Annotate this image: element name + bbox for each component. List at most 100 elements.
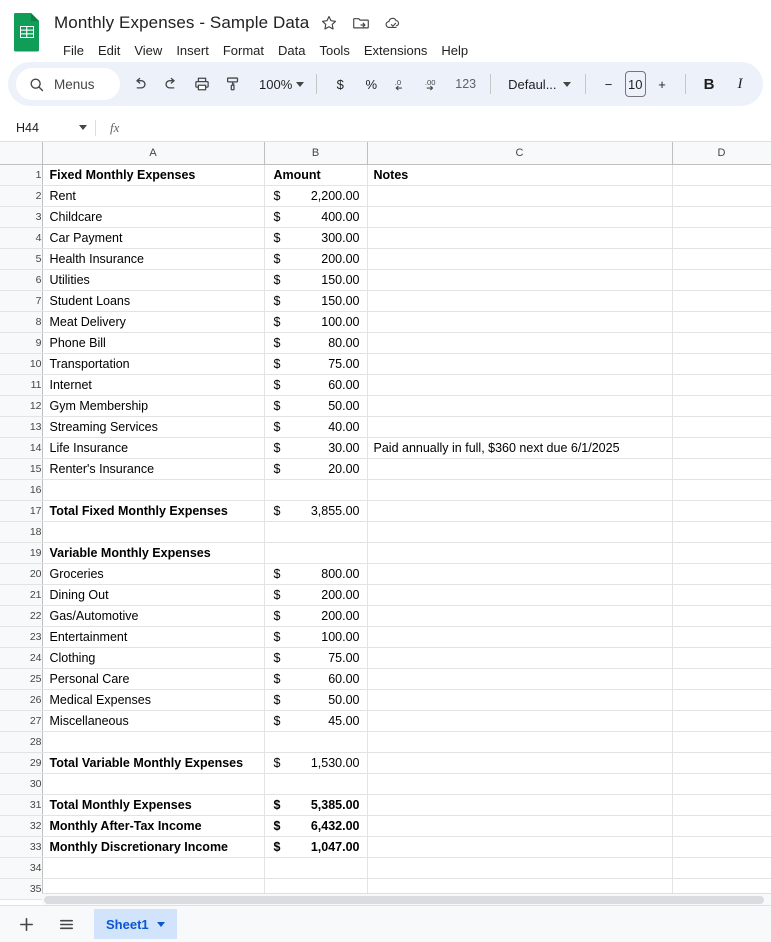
row-header[interactable]: 13 xyxy=(0,416,43,438)
cell-d14[interactable] xyxy=(672,437,771,459)
cell-d6[interactable] xyxy=(672,269,771,291)
cell-d7[interactable] xyxy=(672,290,771,312)
cell-d31[interactable] xyxy=(672,794,771,816)
cell-a30[interactable] xyxy=(42,773,265,795)
formula-input[interactable] xyxy=(129,114,771,141)
cell-c13[interactable] xyxy=(367,416,673,438)
cell-b1[interactable]: Amount xyxy=(264,164,368,186)
row-header[interactable]: 1 xyxy=(0,164,43,186)
cell-b31[interactable]: $5,385.00 xyxy=(264,794,368,816)
cell-c14[interactable]: Paid annually in full, $360 next due 6/1… xyxy=(367,437,673,459)
cell-d26[interactable] xyxy=(672,689,771,711)
cell-a33[interactable]: Monthly Discretionary Income xyxy=(42,836,265,858)
cell-a19[interactable]: Variable Monthly Expenses xyxy=(42,542,265,564)
menu-item-edit[interactable]: Edit xyxy=(91,41,127,60)
cell-c11[interactable] xyxy=(367,374,673,396)
cell-a24[interactable]: Clothing xyxy=(42,647,265,669)
cell-c7[interactable] xyxy=(367,290,673,312)
cell-d27[interactable] xyxy=(672,710,771,732)
row-header[interactable]: 18 xyxy=(0,521,43,543)
cell-d8[interactable] xyxy=(672,311,771,333)
horizontal-scrollbar-thumb[interactable] xyxy=(44,896,764,904)
cell-c28[interactable] xyxy=(367,731,673,753)
cell-a22[interactable]: Gas/Automotive xyxy=(42,605,265,627)
cell-c1[interactable]: Notes xyxy=(367,164,673,186)
cell-c6[interactable] xyxy=(367,269,673,291)
cell-b19[interactable] xyxy=(264,542,368,564)
cell-a11[interactable]: Internet xyxy=(42,374,265,396)
cell-a12[interactable]: Gym Membership xyxy=(42,395,265,417)
cell-a6[interactable]: Utilities xyxy=(42,269,265,291)
cell-a8[interactable]: Meat Delivery xyxy=(42,311,265,333)
cell-b30[interactable] xyxy=(264,773,368,795)
cell-c8[interactable] xyxy=(367,311,673,333)
cell-d21[interactable] xyxy=(672,584,771,606)
cell-d13[interactable] xyxy=(672,416,771,438)
cell-a20[interactable]: Groceries xyxy=(42,563,265,585)
cell-d9[interactable] xyxy=(672,332,771,354)
cell-d28[interactable] xyxy=(672,731,771,753)
row-header[interactable]: 3 xyxy=(0,206,43,228)
row-header[interactable]: 9 xyxy=(0,332,43,354)
cell-a27[interactable]: Miscellaneous xyxy=(42,710,265,732)
menu-item-format[interactable]: Format xyxy=(216,41,271,60)
row-header[interactable]: 28 xyxy=(0,731,43,753)
cell-d30[interactable] xyxy=(672,773,771,795)
italic-button[interactable]: I xyxy=(725,69,755,99)
name-box[interactable]: H44 xyxy=(0,114,95,141)
add-sheet-button[interactable] xyxy=(8,909,44,939)
format-percent-button[interactable]: % xyxy=(356,69,386,99)
cell-c20[interactable] xyxy=(367,563,673,585)
cell-a2[interactable]: Rent xyxy=(42,185,265,207)
menu-item-extensions[interactable]: Extensions xyxy=(357,41,435,60)
row-header[interactable]: 25 xyxy=(0,668,43,690)
cell-c16[interactable] xyxy=(367,479,673,501)
cell-c21[interactable] xyxy=(367,584,673,606)
row-header[interactable]: 12 xyxy=(0,395,43,417)
cell-a32[interactable]: Monthly After-Tax Income xyxy=(42,815,265,837)
cell-c17[interactable] xyxy=(367,500,673,522)
format-currency-button[interactable]: $ xyxy=(325,69,355,99)
cell-d3[interactable] xyxy=(672,206,771,228)
menu-item-data[interactable]: Data xyxy=(271,41,312,60)
cell-b25[interactable]: $60.00 xyxy=(264,668,368,690)
cell-d16[interactable] xyxy=(672,479,771,501)
cell-a15[interactable]: Renter's Insurance xyxy=(42,458,265,480)
row-header[interactable]: 15 xyxy=(0,458,43,480)
cell-a16[interactable] xyxy=(42,479,265,501)
cell-b20[interactable]: $800.00 xyxy=(264,563,368,585)
cell-b29[interactable]: $1,530.00 xyxy=(264,752,368,774)
zoom-selector[interactable]: 100% xyxy=(249,69,308,99)
cell-a18[interactable] xyxy=(42,521,265,543)
cell-d18[interactable] xyxy=(672,521,771,543)
cell-b23[interactable]: $100.00 xyxy=(264,626,368,648)
cell-d23[interactable] xyxy=(672,626,771,648)
print-button[interactable] xyxy=(187,69,217,99)
move-to-folder-icon[interactable] xyxy=(349,11,373,35)
row-header[interactable]: 11 xyxy=(0,374,43,396)
chevron-down-icon[interactable] xyxy=(156,921,165,927)
cell-b11[interactable]: $60.00 xyxy=(264,374,368,396)
row-header[interactable]: 24 xyxy=(0,647,43,669)
cell-c19[interactable] xyxy=(367,542,673,564)
row-header[interactable]: 19 xyxy=(0,542,43,564)
cell-c12[interactable] xyxy=(367,395,673,417)
cell-a9[interactable]: Phone Bill xyxy=(42,332,265,354)
bold-button[interactable]: B xyxy=(694,69,724,99)
cloud-saved-icon[interactable] xyxy=(381,11,405,35)
cell-a4[interactable]: Car Payment xyxy=(42,227,265,249)
cell-b3[interactable]: $400.00 xyxy=(264,206,368,228)
cell-c23[interactable] xyxy=(367,626,673,648)
cell-c31[interactable] xyxy=(367,794,673,816)
font-family-selector[interactable]: Defaul... xyxy=(499,69,576,99)
cell-c33[interactable] xyxy=(367,836,673,858)
select-all-corner[interactable] xyxy=(0,142,43,165)
row-header[interactable]: 35 xyxy=(0,878,43,900)
row-header[interactable]: 8 xyxy=(0,311,43,333)
font-size-input[interactable]: 10 xyxy=(624,71,646,97)
row-header[interactable]: 10 xyxy=(0,353,43,375)
cell-d4[interactable] xyxy=(672,227,771,249)
cell-d15[interactable] xyxy=(672,458,771,480)
decrease-font-size-button[interactable]: − xyxy=(594,69,624,99)
cell-c15[interactable] xyxy=(367,458,673,480)
